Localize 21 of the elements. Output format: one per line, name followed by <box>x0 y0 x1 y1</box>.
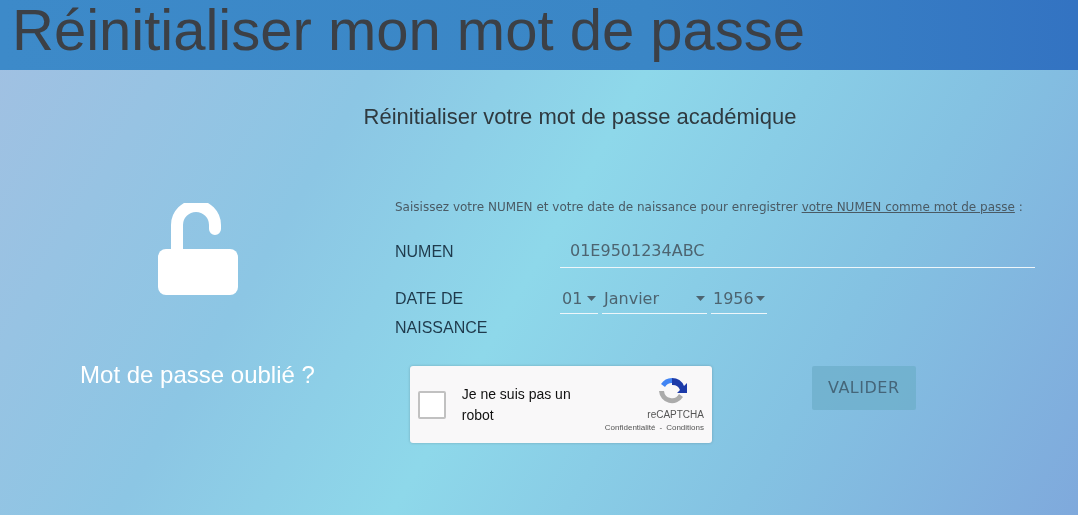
field-label: NUMEN <box>395 242 455 262</box>
captcha-label: Je ne suis pas un robot <box>461 384 572 425</box>
captcha-checkbox[interactable] <box>418 390 446 419</box>
page-subtitle: Réinitialiser votre mot de passe académique <box>362 103 798 131</box>
recaptcha-brand: reCAPTCHA <box>647 408 704 422</box>
year-dropdown[interactable]: 1956 <box>711 284 767 314</box>
caret-icon <box>587 296 596 301</box>
terms-link[interactable]: Conditions <box>666 422 704 434</box>
privacy-link[interactable]: Confidentialité <box>604 422 656 434</box>
caret-icon <box>756 296 765 301</box>
numen-password-link[interactable]: votre NUMEN comme mot de passe <box>801 200 1015 214</box>
numen-input[interactable]: 01E9501234ABC <box>560 235 1035 268</box>
page-title: Réinitialiser mon mot de passe <box>12 0 807 60</box>
caret-icon <box>696 296 705 301</box>
unlocked-padlock-icon <box>156 203 239 295</box>
link-separator: - <box>659 422 663 434</box>
forgot-password-caption: Mot de passe oublié ? <box>79 360 316 390</box>
instruction-text: Saisissez votre NUMEN et votre date de naissance pour enregistrer votre NUMEN comme mot de passe : <box>395 199 1024 216</box>
month-dropdown[interactable]: Janvier <box>602 284 707 314</box>
field-label: DATE DE NAISSANCE <box>395 289 489 338</box>
day-dropdown[interactable]: 01 <box>560 284 598 314</box>
